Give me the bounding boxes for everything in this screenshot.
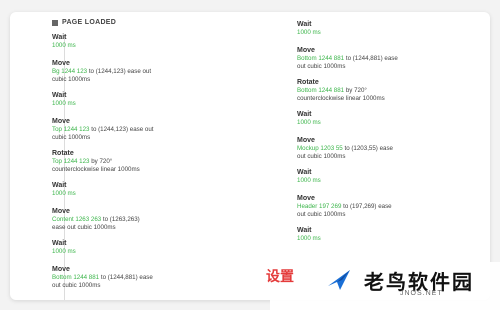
- step-detail-line2: cubic 1000ms: [52, 134, 91, 141]
- step-title: Move: [297, 47, 315, 54]
- step-title: Wait: [52, 92, 67, 99]
- step-title: Wait: [297, 111, 312, 118]
- step-title: Move: [52, 208, 70, 215]
- step-detail-line2: counterclockwise linear 1000ms: [52, 166, 140, 173]
- step-params: to (1244,123) ease out: [87, 68, 152, 75]
- step-title: Rotate: [52, 150, 74, 157]
- step-duration: 1000 ms: [52, 248, 76, 255]
- step-item[interactable]: Move Top 1244 123 to (1244,123) ease out c…: [52, 117, 154, 142]
- step-item[interactable]: Move Header 197 269 to (197,269) ease out …: [297, 194, 392, 219]
- step-duration: 1000 ms: [297, 235, 321, 242]
- step-duration: 1000 ms: [52, 42, 76, 49]
- step-target: Mockup 1203 55: [297, 145, 343, 152]
- step-detail-line1: Bottom 1244 881 by 720°: [297, 87, 385, 95]
- step-detail-line1: Header 197 269 to (197,269) ease: [297, 203, 392, 211]
- step-item[interactable]: Move Content 1263 263 to (1263,263) ease o…: [52, 207, 140, 232]
- step-item[interactable]: Move Bottom 1244 881 to (1244,881) ease ou…: [297, 46, 398, 71]
- step-item[interactable]: Wait 1000 ms: [297, 110, 321, 127]
- step-detail-line2: out cubic 1000ms: [297, 153, 346, 160]
- step-duration: 1000 ms: [297, 177, 321, 184]
- step-params: to (1203,55) ease: [342, 145, 393, 152]
- step-item[interactable]: Rotate Bottom 1244 881 by 720° countercloc…: [297, 78, 385, 103]
- step-detail-line2: out cubic 1000ms: [297, 63, 346, 70]
- step-title: Wait: [52, 182, 67, 189]
- step-title: Rotate: [297, 79, 319, 86]
- step-target: Bg 1244 123: [52, 68, 88, 75]
- step-title: Wait: [297, 227, 312, 234]
- watermark-subtext: JNOS.NET: [400, 290, 443, 297]
- step-title: Move: [297, 137, 315, 144]
- step-title: Wait: [52, 34, 67, 41]
- step-target: Bottom 1244 881: [52, 274, 100, 281]
- trigger-icon: [52, 19, 58, 26]
- watermark-red-text: 设置: [266, 268, 294, 284]
- step-detail-line2: cubic 1000ms: [52, 76, 91, 83]
- step-target: Top 1244 123: [52, 126, 90, 133]
- step-duration: 1000 ms: [297, 119, 321, 126]
- step-detail-line2: out cubic 1000ms: [297, 211, 346, 218]
- step-params: to (1263,263): [101, 216, 140, 223]
- header-title: PAGE LOADED: [62, 19, 117, 26]
- step-item[interactable]: Wait 1000 ms: [52, 181, 76, 198]
- step-detail-line1: Top 1244 123 to (1244,123) ease out: [52, 126, 154, 134]
- step-item[interactable]: Move Bottom 1244 881 to (1244,881) ease ou…: [52, 265, 153, 290]
- step-detail-line2: out cubic 1000ms: [52, 282, 101, 289]
- step-params: by 720°: [344, 87, 367, 94]
- step-item[interactable]: Move Bg 1244 123 to (1244,123) ease out cu…: [52, 59, 151, 84]
- step-title: Wait: [297, 169, 312, 176]
- step-item[interactable]: Rotate Top 1244 123 by 720° counterclockwi…: [52, 149, 140, 174]
- step-params: to (197,269) ease: [341, 203, 392, 210]
- step-detail-line1: Mockup 1203 55 to (1203,55) ease: [297, 145, 393, 153]
- step-detail-line2: counterclockwise linear 1000ms: [297, 95, 385, 102]
- step-title: Move: [297, 195, 315, 202]
- step-item[interactable]: Wait 1000 ms: [297, 20, 321, 37]
- step-target: Top 1244 123: [52, 158, 90, 165]
- step-item[interactable]: Wait 1000 ms: [52, 91, 76, 108]
- step-target: Header 197 269: [297, 203, 342, 210]
- step-params: to (1244,881) ease: [99, 274, 153, 281]
- page-loaded-header: PAGE LOADED: [52, 19, 116, 26]
- step-title: Wait: [52, 240, 67, 247]
- step-duration: 1000 ms: [52, 190, 76, 197]
- step-item[interactable]: Wait 1000 ms: [52, 33, 76, 50]
- step-item[interactable]: Wait 1000 ms: [297, 226, 321, 243]
- step-title: Move: [52, 60, 70, 67]
- step-detail-line1: Bottom 1244 881 to (1244,881) ease: [297, 55, 398, 63]
- step-target: Bottom 1244 881: [297, 87, 345, 94]
- step-target: Content 1263 263: [52, 216, 102, 223]
- step-detail-line2: ease out cubic 1000ms: [52, 224, 116, 231]
- step-title: Move: [52, 266, 70, 273]
- step-detail-line1: Top 1244 123 by 720°: [52, 158, 140, 166]
- step-item[interactable]: Wait 1000 ms: [297, 168, 321, 185]
- interaction-panel: PAGE LOADED Wait 1000 ms Move Bg 1244 123 t…: [10, 12, 490, 300]
- step-title: Wait: [297, 21, 312, 28]
- step-detail-line1: Content 1263 263 to (1263,263): [52, 216, 140, 224]
- step-duration: 1000 ms: [297, 29, 321, 36]
- step-item[interactable]: Wait 1000 ms: [52, 239, 76, 256]
- step-params: to (1244,123) ease out: [89, 126, 154, 133]
- step-params: to (1244,881) ease: [344, 55, 398, 62]
- step-duration: 1000 ms: [52, 100, 76, 107]
- step-target: Bottom 1244 881: [297, 55, 345, 62]
- step-detail-line1: Bottom 1244 881 to (1244,881) ease: [52, 274, 153, 282]
- step-detail-line1: Bg 1244 123 to (1244,123) ease out: [52, 68, 151, 76]
- bird-logo-icon: [328, 270, 350, 290]
- step-item[interactable]: Move Mockup 1203 55 to (1203,55) ease out …: [297, 136, 393, 161]
- step-params: by 720°: [89, 158, 113, 165]
- step-title: Move: [52, 118, 70, 125]
